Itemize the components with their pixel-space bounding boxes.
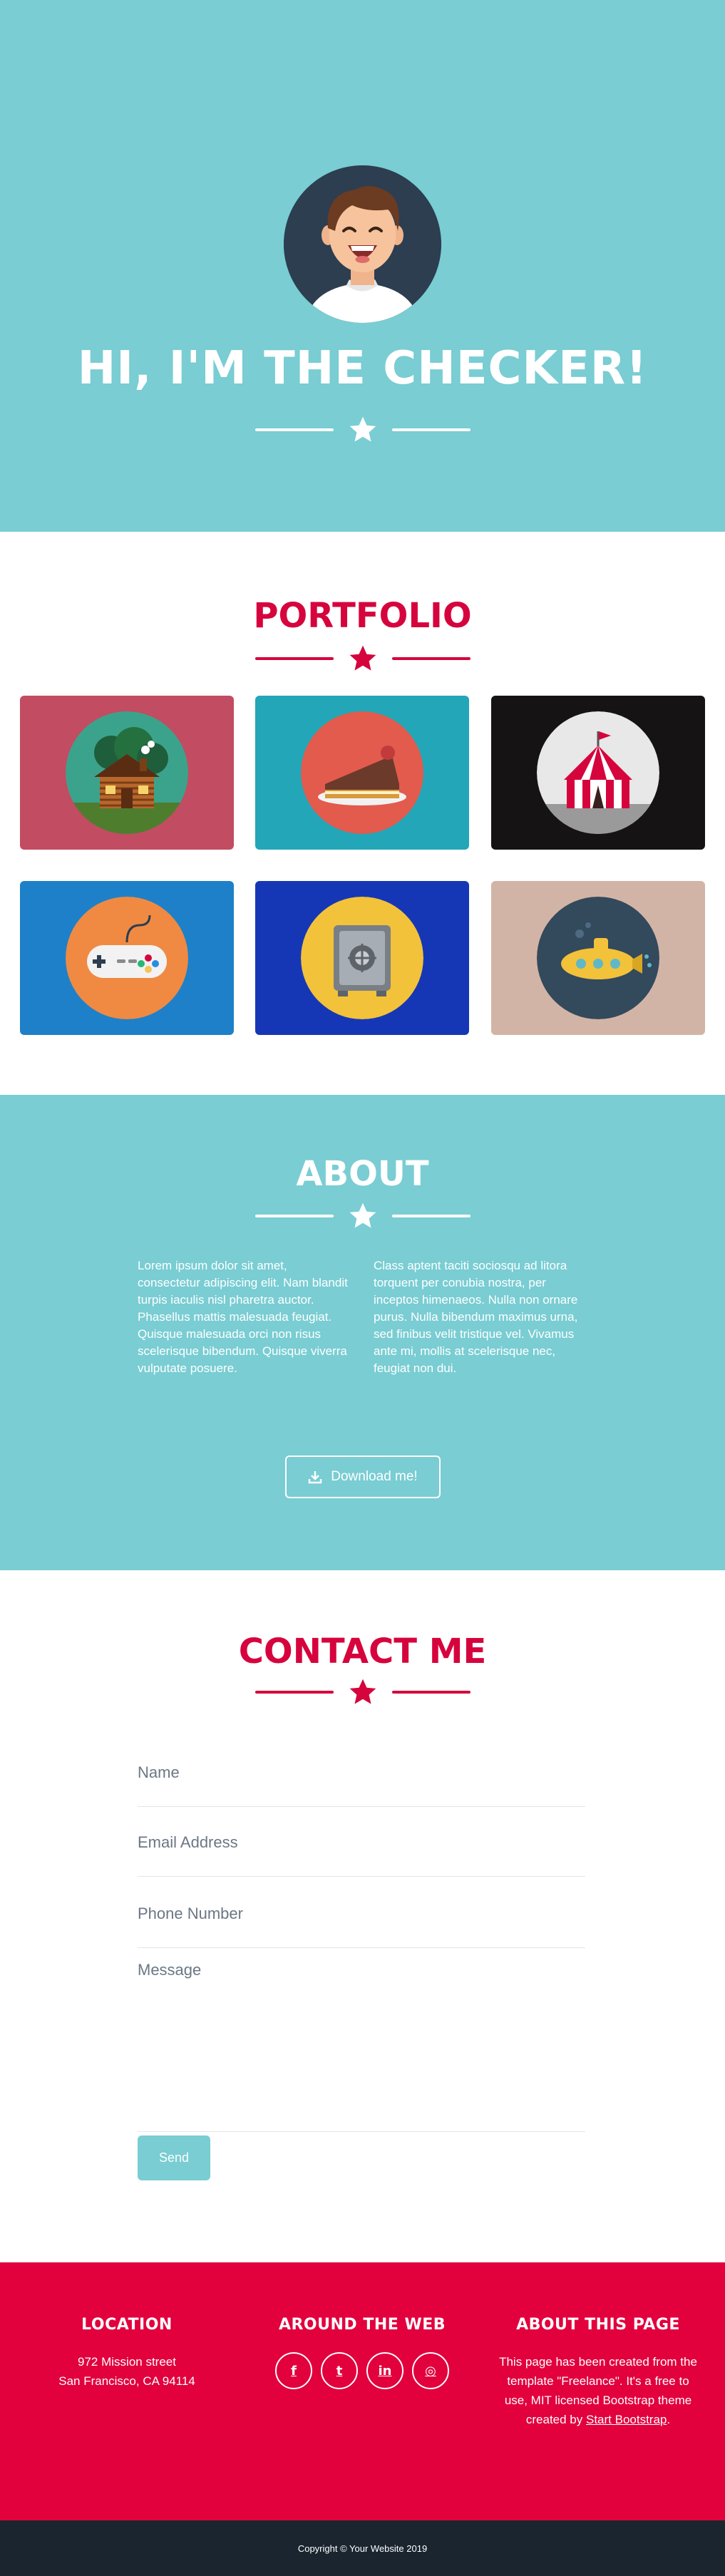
email-field[interactable] xyxy=(138,1808,585,1877)
divider-line xyxy=(254,657,334,660)
footer-location: LOCATION 972 Mission street San Francisc… xyxy=(20,2316,234,2391)
portfolio-item-game-controller[interactable] xyxy=(20,881,234,1035)
start-bootstrap-link[interactable]: Start Bootstrap xyxy=(586,2413,667,2426)
portfolio-item-safe[interactable] xyxy=(255,881,469,1035)
facebook-icon[interactable]: f xyxy=(275,2352,312,2389)
page-title: HI, I'M THE CHECKER! xyxy=(77,342,648,395)
safe-icon xyxy=(301,897,423,1019)
linkedin-icon[interactable]: in xyxy=(366,2352,403,2389)
cabin-icon xyxy=(66,711,188,834)
star-icon xyxy=(349,416,376,442)
copyright-bar: Copyright © Your Website 2019 xyxy=(0,2520,725,2576)
cake-icon xyxy=(301,711,423,834)
footer-about: ABOUT THIS PAGE This page has been creat… xyxy=(491,2316,705,2429)
masthead: HI, I'M THE CHECKER! xyxy=(0,0,725,532)
divider-line xyxy=(391,1691,471,1694)
about-text-left: Lorem ipsum dolor sit amet, consectetur … xyxy=(138,1259,348,1375)
contact-title: CONTACT ME xyxy=(238,1632,487,1671)
title-divider xyxy=(0,1677,725,1707)
about-title: ABOUT xyxy=(296,1154,429,1194)
send-button[interactable]: Send xyxy=(138,2135,210,2180)
portfolio-title: PORTFOLIO xyxy=(253,596,472,636)
portfolio-item-cake[interactable] xyxy=(255,696,469,850)
star-icon xyxy=(349,645,376,671)
address-line-1: 972 Mission street xyxy=(78,2355,176,2369)
about-section: ABOUT Lorem ipsum dolor sit amet, consec… xyxy=(0,1095,725,1570)
portfolio-item-cabin[interactable] xyxy=(20,696,234,850)
title-divider xyxy=(0,415,725,445)
footer-location-title: LOCATION xyxy=(81,2316,173,2334)
divider-line xyxy=(254,1215,334,1217)
portfolio-section: PORTFOLIO xyxy=(0,532,725,1095)
footer-about-title: ABOUT THIS PAGE xyxy=(516,2316,680,2334)
circus-tent-icon xyxy=(537,711,659,834)
divider-line xyxy=(391,1215,471,1217)
copyright-text: Copyright © Your Website 2019 xyxy=(297,2542,428,2554)
smiling-man-avatar-icon xyxy=(284,165,441,323)
dribbble-icon[interactable]: ◎ xyxy=(412,2352,449,2389)
divider-line xyxy=(254,1691,334,1694)
portfolio-item-circus-tent[interactable] xyxy=(491,696,705,850)
game-controller-icon xyxy=(66,897,188,1019)
name-field[interactable] xyxy=(138,1738,585,1807)
footer-web-title: AROUND THE WEB xyxy=(278,2316,446,2334)
title-divider xyxy=(0,644,725,674)
about-text-right: Class aptent taciti sociosqu ad litora t… xyxy=(374,1259,578,1375)
download-button[interactable]: Download me! xyxy=(285,1456,441,1498)
divider-line xyxy=(254,428,334,431)
download-button-label: Download me! xyxy=(331,1469,418,1484)
footer-about-text: This page has been created from the temp… xyxy=(491,2352,705,2429)
star-icon xyxy=(349,1202,376,1228)
divider-line xyxy=(391,428,471,431)
star-icon xyxy=(349,1679,376,1704)
footer-about-suffix: . xyxy=(667,2413,671,2426)
twitter-icon[interactable]: t xyxy=(321,2352,358,2389)
contact-section: CONTACT ME Send xyxy=(0,1570,725,2262)
message-field[interactable] xyxy=(138,1961,585,2132)
divider-line xyxy=(391,657,471,660)
submarine-icon xyxy=(537,897,659,1019)
address-line-2: San Francisco, CA 94114 xyxy=(58,2374,195,2388)
portfolio-item-submarine[interactable] xyxy=(491,881,705,1035)
footer: LOCATION 972 Mission street San Francisc… xyxy=(0,2262,725,2520)
phone-field[interactable] xyxy=(138,1880,585,1948)
footer-around-web: AROUND THE WEB f t in ◎ xyxy=(255,2316,469,2389)
download-icon xyxy=(309,1471,322,1484)
title-divider xyxy=(0,1201,725,1231)
social-links: f t in ◎ xyxy=(255,2352,469,2389)
avatar xyxy=(284,165,441,323)
